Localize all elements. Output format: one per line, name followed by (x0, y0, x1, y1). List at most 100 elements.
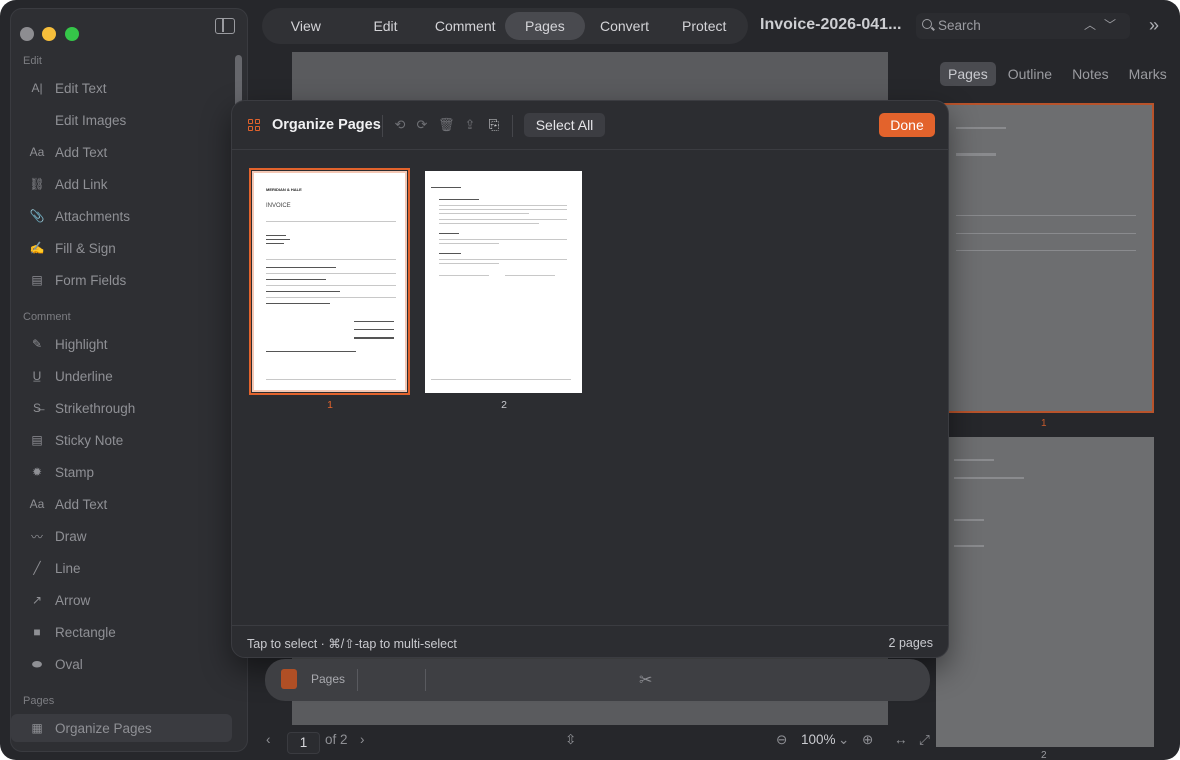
rp-tab-outline[interactable]: Outline (1000, 62, 1060, 86)
sidebar-item-label: Rectangle (55, 624, 116, 640)
dock-divider (425, 669, 426, 691)
share-icon[interactable]: ⇪ (462, 117, 478, 133)
rp-page-number: 1 (1041, 418, 1047, 429)
highlight-icon: ✎ (31, 337, 43, 351)
fullscreen-icon[interactable]: ⤢ (919, 732, 930, 748)
sidebar-item-label: Edit Text (55, 80, 107, 96)
sidebar-item-label: Draw (55, 528, 87, 544)
sidebar-toggle-icon[interactable] (215, 18, 235, 34)
prev-page-icon[interactable]: ‹ (266, 732, 271, 747)
sidebar-item-stamp[interactable]: ✹ Stamp (29, 460, 94, 484)
page-thumbnail[interactable] (936, 103, 1154, 413)
sidebar-item-label: Fill & Sign (55, 240, 116, 256)
rp-tab-marks[interactable]: Marks (1121, 62, 1175, 86)
sidebar-item-arrow[interactable]: ↗ Arrow (29, 588, 90, 612)
sidebar-item-form-fields[interactable]: ▤ Form Fields (29, 268, 126, 292)
sidebar-item-label: Highlight (55, 336, 108, 352)
scissors-icon[interactable]: ✂ (639, 670, 652, 690)
more-chevron-icon[interactable]: » (1142, 14, 1166, 38)
main-tab-bar: View Edit Comment Pages Convert Protect (262, 8, 748, 44)
page-thumbnail-2[interactable] (425, 171, 582, 393)
minimize-window-button[interactable] (42, 27, 56, 41)
section-label-edit: Edit (23, 55, 42, 67)
page-total: of 2 (325, 732, 348, 747)
add-text-icon: Aa (29, 497, 45, 511)
select-all-button[interactable]: Select All (524, 113, 605, 137)
maximize-window-button[interactable] (65, 27, 79, 41)
sidebar-item-add-link[interactable]: ⛓ Add Link (29, 172, 107, 196)
sidebar-item-edit-images[interactable]: Edit Images (29, 108, 126, 132)
search-placeholder: Search (938, 18, 981, 33)
fit-page-icon[interactable]: ⇳ (565, 732, 576, 748)
arrow-icon: ↗ (31, 593, 43, 607)
footer-divider (232, 625, 948, 626)
tab-protect[interactable]: Protect (664, 12, 744, 40)
thumb-invoice-heading: INVOICE (266, 203, 291, 209)
zoom-dropdown-icon[interactable]: ⌄ (838, 732, 849, 748)
fit-width-icon[interactable]: ↔ (894, 732, 908, 747)
note-icon: ▤ (31, 433, 43, 447)
sidebar-item-line[interactable]: ╱ Line (29, 556, 81, 580)
sidebar-item-label: Line (55, 560, 81, 576)
sidebar-item-underline[interactable]: U̲ Underline (29, 364, 113, 388)
sidebar-item-add-text[interactable]: Aa Add Text (29, 140, 108, 164)
sidebar-item-label: Arrow (55, 592, 91, 608)
right-panel-tabs: Pages Outline Notes Marks (936, 60, 1176, 88)
next-page-icon[interactable]: › (360, 732, 365, 747)
page-thumbnail-1[interactable]: MERIDIAN & HALE INVOICE (249, 168, 410, 395)
rectangle-icon: ■ (33, 625, 41, 639)
sidebar-item-strikethrough[interactable]: S̶ Strikethrough (29, 396, 135, 420)
sidebar-item-attachments[interactable]: 📎 Attachments (29, 204, 131, 228)
search-field[interactable]: Search ︿﹀ (916, 13, 1130, 39)
zoom-level[interactable]: 100% (801, 732, 836, 747)
signature-icon: ✍ (29, 241, 45, 255)
rotate-right-icon[interactable]: ⟳ (414, 117, 430, 133)
sidebar-item-label: Oval (55, 656, 83, 672)
sidebar-item-highlight[interactable]: ✎ Highlight (29, 332, 108, 356)
tab-convert[interactable]: Convert (585, 12, 665, 40)
search-nav-arrows-icon[interactable]: ︿﹀ (1084, 16, 1124, 33)
page-number-input[interactable]: 1 (287, 732, 320, 754)
underline-icon: U̲ (32, 369, 42, 383)
sidebar-item-label: Form Fields (55, 272, 127, 288)
sidebar-item-label: Organize Pages (55, 720, 152, 736)
sidebar-item-rectangle[interactable]: ■ Rectangle (29, 620, 116, 644)
close-window-button[interactable] (20, 27, 34, 41)
tab-edit[interactable]: Edit (346, 12, 426, 40)
done-button[interactable]: Done (879, 113, 935, 137)
add-text-icon: Aa (29, 145, 45, 159)
tab-comment[interactable]: Comment (425, 12, 505, 40)
sidebar-item-fill-sign[interactable]: ✍ Fill & Sign (29, 236, 116, 260)
oval-icon: ⬬ (31, 656, 43, 671)
insert-page-icon[interactable]: ⎘ (486, 117, 502, 133)
sidebar-item-label: Strikethrough (55, 400, 136, 416)
sidebar-item-label: Stamp (55, 464, 95, 480)
rp-tab-pages[interactable]: Pages (940, 62, 996, 86)
sidebar-item-organize-pages[interactable]: ▦ Organize Pages (11, 714, 232, 742)
rp-tab-notes[interactable]: Notes (1064, 62, 1117, 86)
sidebar-item-edit-text[interactable]: A| Edit Text (29, 76, 107, 100)
rotate-left-icon[interactable]: ⟲ (392, 117, 408, 133)
pages-icon[interactable] (281, 669, 297, 689)
document-title: Invoice-2026-041... (760, 16, 902, 33)
page-thumbnail[interactable] (936, 437, 1154, 747)
draw-icon: 〰 (30, 529, 43, 544)
page-number-2: 2 (501, 399, 507, 411)
sidebar-item-draw[interactable]: 〰 Draw (29, 524, 87, 548)
zoom-out-icon[interactable]: ⊖ (776, 732, 787, 748)
section-label-pages: Pages (23, 695, 55, 707)
tab-view[interactable]: View (266, 12, 346, 40)
sidebar-item-label: Edit Images (55, 112, 127, 128)
sidebar-item-oval[interactable]: ⬬ Oval (29, 652, 83, 676)
trash-icon[interactable]: 🗑 (438, 117, 455, 133)
sidebar-item-sticky-note[interactable]: ▤ Sticky Note (29, 428, 123, 452)
page-count: 2 pages (888, 636, 933, 650)
sidebar-item-add-text-comment[interactable]: Aa Add Text (29, 492, 108, 516)
zoom-in-icon[interactable]: ⊕ (862, 732, 873, 748)
app-window: Edit A| Edit Text Edit Images Aa Add Text … (0, 0, 1180, 760)
toolbar-divider (512, 115, 513, 137)
edit-images-icon (29, 112, 45, 128)
form-icon: ▤ (31, 273, 43, 287)
search-icon (922, 19, 932, 29)
tab-pages[interactable]: Pages (505, 12, 585, 40)
